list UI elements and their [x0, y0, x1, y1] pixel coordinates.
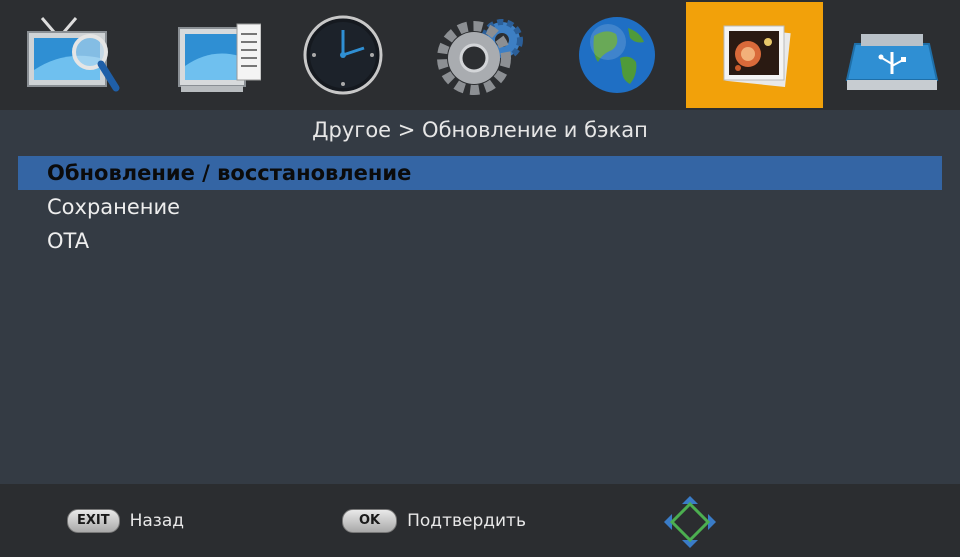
menu-item-update-restore[interactable]: Обновление / восстановление	[18, 156, 942, 190]
menu-list: Обновление / восстановление Сохранение O…	[18, 156, 942, 258]
breadcrumb: Другое > Обновление и бэкап	[312, 118, 648, 142]
ok-key-badge: OK	[342, 509, 398, 533]
usb-drive-icon	[845, 34, 938, 90]
menu-item-ota[interactable]: OTA	[18, 224, 942, 258]
hint-back: EXIT Назад	[67, 509, 184, 533]
tab-other[interactable]	[686, 2, 823, 108]
tab-network[interactable]	[548, 2, 685, 108]
top-navigation-bar	[0, 0, 960, 110]
tab-tv-guide[interactable]	[137, 2, 274, 108]
menu-item-save[interactable]: Сохранение	[18, 190, 942, 224]
navigation-arrows-icon	[664, 496, 716, 548]
tab-usb[interactable]	[823, 2, 960, 108]
tab-time-settings[interactable]	[274, 2, 411, 108]
tv-search-icon	[26, 17, 119, 92]
media-photo-icon	[723, 25, 791, 87]
hint-back-label: Назад	[129, 511, 185, 531]
tab-system-settings[interactable]	[411, 2, 548, 108]
hint-confirm: OK Подтвердить	[342, 509, 526, 533]
exit-key-badge: EXIT	[67, 509, 120, 533]
gears-icon	[436, 19, 523, 95]
clock-icon	[303, 15, 382, 95]
tv-guide-icon	[177, 23, 261, 92]
hint-confirm-label: Подтвердить	[407, 511, 526, 531]
globe-icon	[578, 17, 655, 93]
tab-channel-search[interactable]	[0, 2, 137, 108]
